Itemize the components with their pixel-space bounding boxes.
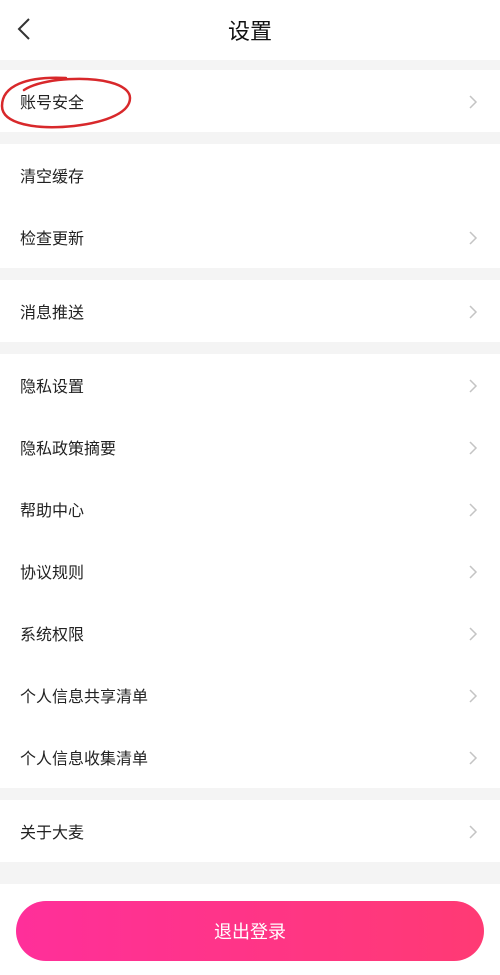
settings-item-label: 协议规则 [20, 563, 85, 582]
settings-item-label: 个人信息收集清单 [20, 749, 149, 768]
chevron-right-icon [469, 379, 478, 393]
settings-item-push[interactable]: 消息推送 [0, 280, 500, 342]
settings-item-check-update[interactable]: 检查更新 [0, 206, 500, 268]
settings-item-system-permissions[interactable]: 系统权限 [0, 602, 500, 664]
settings-item-label: 个人信息共享清单 [20, 687, 149, 706]
settings-item-label: 隐私政策摘要 [20, 439, 117, 458]
group-storage: 清空缓存 检查更新 [0, 144, 500, 268]
group-notifications: 消息推送 [0, 280, 500, 342]
group-privacy: 隐私设置 隐私政策摘要 帮助中心 协议规则 系统权限 个人信息共享清单 个人信息… [0, 354, 500, 788]
settings-item-label: 关于大麦 [20, 823, 85, 842]
bottom-bar: 退出登录 [0, 884, 500, 975]
chevron-right-icon [469, 231, 478, 245]
settings-item-privacy-settings[interactable]: 隐私设置 [0, 354, 500, 416]
chevron-right-icon [469, 825, 478, 839]
chevron-right-icon [469, 305, 478, 319]
chevron-right-icon [469, 95, 478, 109]
header: 设置 [0, 0, 500, 60]
settings-item-label: 消息推送 [20, 303, 85, 322]
settings-item-help-center[interactable]: 帮助中心 [0, 478, 500, 540]
settings-item-label: 检查更新 [20, 229, 85, 248]
settings-item-agreements[interactable]: 协议规则 [0, 540, 500, 602]
page-title: 设置 [227, 20, 272, 45]
settings-item-privacy-summary[interactable]: 隐私政策摘要 [0, 416, 500, 478]
settings-item-about[interactable]: 关于大麦 [0, 800, 500, 862]
chevron-right-icon [469, 503, 478, 517]
settings-item-label: 帮助中心 [20, 501, 85, 520]
chevron-right-icon [469, 689, 478, 703]
group-account: 账号安全 [0, 70, 500, 132]
chevron-right-icon [469, 565, 478, 579]
group-about: 关于大麦 [0, 800, 500, 862]
chevron-right-icon [469, 441, 478, 455]
settings-item-label: 隐私设置 [20, 377, 85, 396]
chevron-right-icon [469, 627, 478, 641]
settings-item-clear-cache[interactable]: 清空缓存 [0, 144, 500, 206]
settings-item-info-collection-list[interactable]: 个人信息收集清单 [0, 726, 500, 788]
settings-item-label: 清空缓存 [20, 167, 85, 186]
logout-button[interactable]: 退出登录 [16, 901, 484, 961]
chevron-right-icon [469, 751, 478, 765]
settings-item-info-sharing-list[interactable]: 个人信息共享清单 [0, 664, 500, 726]
settings-item-label: 系统权限 [20, 625, 85, 644]
settings-item-label: 账号安全 [20, 93, 85, 112]
settings-item-account-security[interactable]: 账号安全 [0, 70, 500, 132]
settings-list: 账号安全 清空缓存 检查更新 消息推送 隐私设置 隐私政策摘要 帮助中心 协议规… [0, 70, 500, 874]
